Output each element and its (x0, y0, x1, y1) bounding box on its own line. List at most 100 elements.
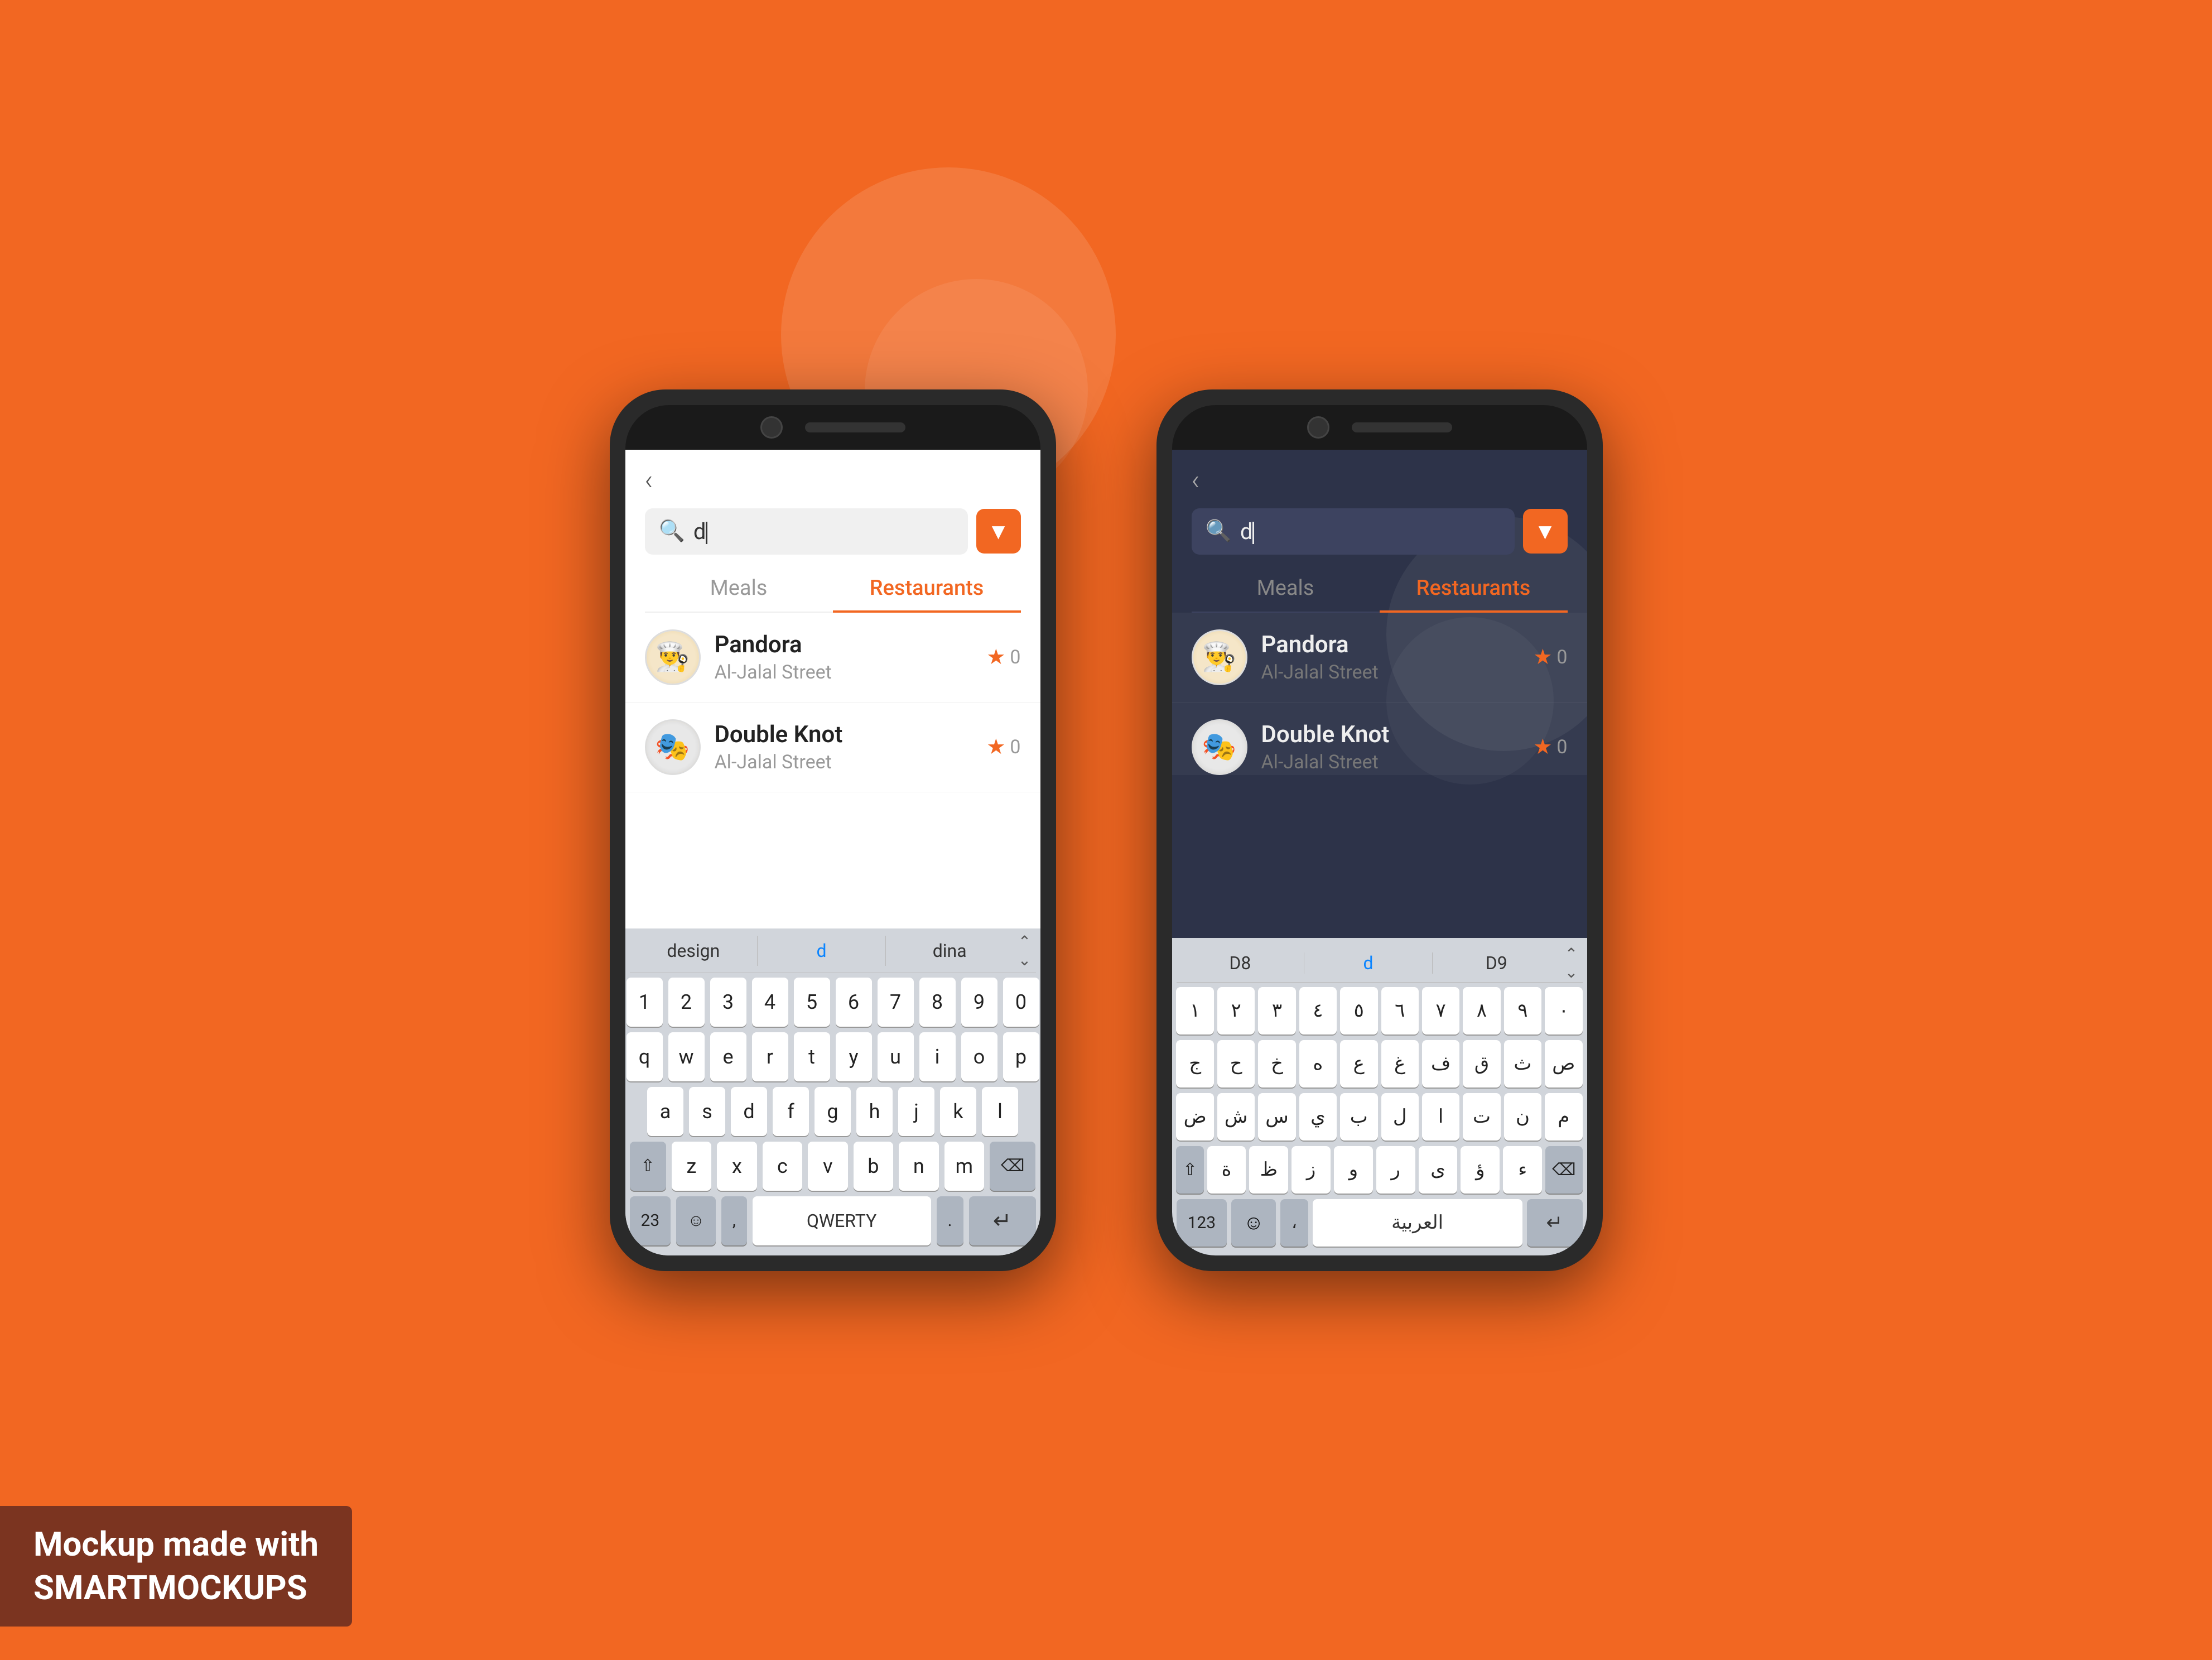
key-9[interactable]: 9 (961, 978, 997, 1027)
key-return-left[interactable]: ↵ (969, 1196, 1036, 1245)
key-ar-6[interactable]: ٦ (1381, 987, 1419, 1035)
key-2[interactable]: 2 (668, 978, 705, 1027)
key-h[interactable]: h (856, 1087, 893, 1136)
key-ar-hamza[interactable]: ء (1503, 1146, 1542, 1194)
restaurant-item-pandora-right[interactable]: 👨‍🍳 Pandora Al-Jalal Street ★ 0 (1172, 613, 1587, 703)
key-ar-123[interactable]: 123 (1177, 1199, 1227, 1247)
key-1[interactable]: 1 (627, 978, 663, 1027)
restaurant-item-doubleknot-right[interactable]: 🎭 Double Knot Al-Jalal Street ★ 0 (1172, 703, 1587, 776)
key-k[interactable]: k (940, 1087, 976, 1136)
key-ar-h[interactable]: ح (1217, 1040, 1255, 1088)
key-23[interactable]: 23 (630, 1196, 671, 1245)
key-ar-ain[interactable]: ع (1340, 1040, 1377, 1088)
key-emoji-left[interactable]: ☺ (676, 1196, 716, 1245)
key-z[interactable]: z (672, 1142, 711, 1191)
key-ar-waw2[interactable]: ؤ (1461, 1146, 1500, 1194)
key-ar-waw[interactable]: و (1334, 1146, 1373, 1194)
key-ar-lam[interactable]: ل (1381, 1093, 1419, 1141)
key-ar-1[interactable]: ١ (1176, 987, 1213, 1035)
filter-button-left[interactable]: ▼ (976, 509, 1021, 554)
key-ar-kh[interactable]: خ (1258, 1040, 1295, 1088)
key-ar-fa[interactable]: ف (1422, 1040, 1459, 1088)
key-t[interactable]: t (794, 1032, 830, 1081)
key-l[interactable]: l (982, 1087, 1018, 1136)
key-ar-alef[interactable]: ا (1422, 1093, 1459, 1141)
key-ar-8[interactable]: ٨ (1463, 987, 1500, 1035)
key-ar-4[interactable]: ٤ (1299, 987, 1337, 1035)
key-ar-ha[interactable]: ه (1299, 1040, 1337, 1088)
key-comma-left[interactable]: , (721, 1196, 747, 1245)
key-v[interactable]: v (808, 1142, 847, 1191)
key-s[interactable]: s (689, 1087, 725, 1136)
key-backspace[interactable]: ⌫ (990, 1142, 1035, 1191)
suggestion-D8[interactable]: D8 (1177, 952, 1304, 974)
key-ar-7[interactable]: ٧ (1422, 987, 1459, 1035)
back-button-right[interactable]: ‹ (1192, 466, 1200, 494)
suggestion-design[interactable]: design (630, 936, 758, 966)
key-ar-0[interactable]: ٠ (1545, 987, 1582, 1035)
key-ar-sad[interactable]: ص (1545, 1040, 1582, 1088)
key-7[interactable]: 7 (878, 978, 914, 1027)
key-space-left[interactable]: QWERTY (753, 1196, 931, 1245)
key-x[interactable]: x (717, 1142, 756, 1191)
key-d[interactable]: d (731, 1087, 767, 1136)
key-ar-zha[interactable]: ظ (1249, 1146, 1288, 1194)
key-ar-ta2[interactable]: ة (1207, 1146, 1246, 1194)
search-input-wrap-right[interactable]: 🔍 d (1192, 508, 1515, 555)
key-ar-space[interactable]: العربية (1313, 1199, 1522, 1247)
key-3[interactable]: 3 (710, 978, 746, 1027)
key-ar-nun[interactable]: ن (1504, 1093, 1541, 1141)
key-ar-j[interactable]: ج (1176, 1040, 1213, 1088)
key-ar-return[interactable]: ↵ (1527, 1199, 1583, 1247)
key-ar-ya[interactable]: ي (1299, 1093, 1337, 1141)
key-shift[interactable]: ⇧ (630, 1142, 666, 1191)
key-i[interactable]: i (919, 1032, 956, 1081)
key-ar-shin[interactable]: ش (1217, 1093, 1255, 1141)
key-ar-emoji[interactable]: ☺ (1231, 1199, 1276, 1247)
key-ar-2[interactable]: ٢ (1217, 987, 1255, 1035)
key-period-left[interactable]: . (937, 1196, 963, 1245)
key-ar-ta[interactable]: ت (1463, 1093, 1500, 1141)
key-f[interactable]: f (773, 1087, 809, 1136)
key-m[interactable]: m (944, 1142, 984, 1191)
restaurant-item-pandora-left[interactable]: 👨‍🍳 Pandora Al-Jalal Street ★ 0 (625, 613, 1040, 703)
suggestion-d[interactable]: d (757, 936, 886, 966)
key-ar-sin[interactable]: س (1258, 1093, 1295, 1141)
suggestion-d-right[interactable]: d (1304, 952, 1433, 974)
key-ar-ra[interactable]: ر (1376, 1146, 1415, 1194)
key-ar-9[interactable]: ٩ (1504, 987, 1541, 1035)
key-ar-qaf[interactable]: ق (1463, 1040, 1500, 1088)
key-b[interactable]: b (854, 1142, 893, 1191)
key-ar-shift[interactable]: ⇧ (1176, 1146, 1203, 1194)
key-a[interactable]: a (647, 1087, 683, 1136)
key-q[interactable]: q (627, 1032, 663, 1081)
tab-meals-right[interactable]: Meals (1192, 566, 1380, 612)
back-button-left[interactable]: ‹ (645, 466, 653, 494)
key-ar-5[interactable]: ٥ (1340, 987, 1377, 1035)
key-ar-ba[interactable]: ب (1340, 1093, 1377, 1141)
search-input-wrap-left[interactable]: 🔍 d (645, 508, 968, 555)
key-6[interactable]: 6 (836, 978, 872, 1027)
key-ar-ya2[interactable]: ى (1419, 1146, 1458, 1194)
key-j[interactable]: j (898, 1087, 934, 1136)
suggestion-D9[interactable]: D9 (1433, 952, 1560, 974)
key-o[interactable]: o (961, 1032, 997, 1081)
key-u[interactable]: u (878, 1032, 914, 1081)
tab-meals-left[interactable]: Meals (645, 566, 833, 612)
tab-restaurants-right[interactable]: Restaurants (1380, 566, 1568, 613)
key-n[interactable]: n (899, 1142, 938, 1191)
key-ar-backspace[interactable]: ⌫ (1545, 1146, 1582, 1194)
restaurant-item-doubleknot-left[interactable]: 🎭 Double Knot Al-Jalal Street ★ 0 (625, 703, 1040, 792)
key-p[interactable]: p (1003, 1032, 1039, 1081)
key-0[interactable]: 0 (1003, 978, 1039, 1027)
key-e[interactable]: e (710, 1032, 746, 1081)
key-y[interactable]: y (836, 1032, 872, 1081)
key-c[interactable]: c (763, 1142, 802, 1191)
key-ar-ghain[interactable]: غ (1381, 1040, 1419, 1088)
key-r[interactable]: r (752, 1032, 788, 1081)
key-w[interactable]: w (668, 1032, 705, 1081)
key-4[interactable]: 4 (752, 978, 788, 1027)
key-ar-dad[interactable]: ض (1176, 1093, 1213, 1141)
key-g[interactable]: g (815, 1087, 851, 1136)
key-8[interactable]: 8 (919, 978, 956, 1027)
